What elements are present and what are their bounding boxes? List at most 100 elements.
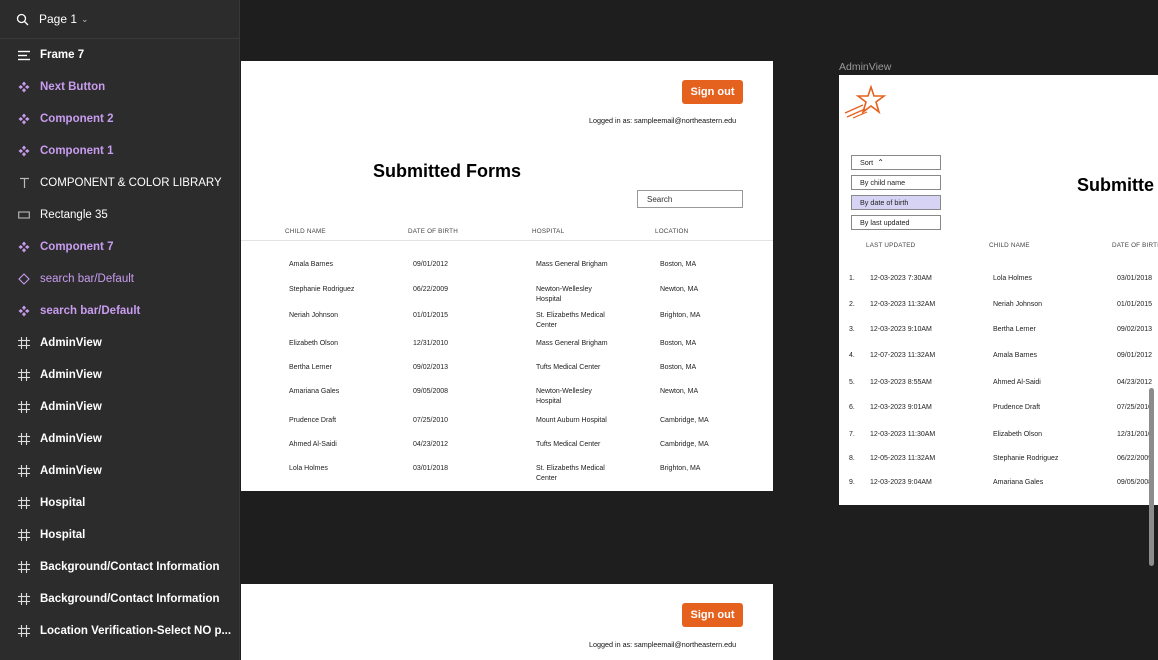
layer-item[interactable]: Background/Contact Information: [0, 551, 239, 583]
sign-out-button[interactable]: Sign out: [682, 603, 743, 627]
dob-header: DATE OF BIRTH: [1112, 242, 1158, 249]
layer-label: Frame 7: [40, 49, 85, 61]
star-logo-icon: [844, 85, 887, 119]
admin-cell-dob: 09/02/2013: [1117, 326, 1153, 333]
sort-option[interactable]: By date of birth: [851, 195, 941, 210]
layer-item[interactable]: AdminView: [0, 423, 239, 455]
admin-cell-dob: 07/25/2010: [1117, 404, 1153, 411]
layer-item[interactable]: Component 1: [0, 135, 239, 167]
header-divider: [241, 240, 773, 241]
admin-cell-name: Neriah Johnson: [993, 301, 1043, 308]
admin-cell-num: 7.: [849, 431, 855, 438]
layer-item[interactable]: search bar/Default: [0, 295, 239, 327]
layer-label: Next Button: [40, 81, 106, 93]
submitted-forms-frame[interactable]: Sign out Logged in as: sampleemail@north…: [241, 61, 773, 491]
layer-item[interactable]: Rectangle 35: [0, 199, 239, 231]
layer-label: Component 1: [40, 145, 114, 157]
admin-cell-name: Amariana Gales: [993, 479, 1044, 486]
layer-label: AdminView: [40, 337, 102, 349]
layer-item[interactable]: Frame 7: [0, 39, 239, 71]
layer-label: Background/Contact Information: [40, 561, 220, 573]
layer-item[interactable]: Component 2: [0, 103, 239, 135]
layer-item[interactable]: Component 7: [0, 231, 239, 263]
layer-label: AdminView: [40, 465, 102, 477]
logged-in-text: Logged in as: sampleemail@northeastern.e…: [589, 640, 737, 649]
layer-label: search bar/Default: [40, 273, 134, 285]
table-cell-dob: 06/22/2009: [413, 286, 449, 293]
admin-cell-name: Stephanie Rodriguez: [993, 455, 1059, 462]
layer-label: Component 2: [40, 113, 114, 125]
text-icon: [17, 176, 31, 190]
table-cell-location: Boston, MA: [660, 261, 697, 268]
admin-cell-dob: 03/01/2018: [1117, 275, 1153, 282]
hash-frame-icon: [17, 560, 31, 574]
layer-label: Hospital: [40, 497, 86, 509]
page-selector[interactable]: Page 1 ⌄: [0, 0, 239, 39]
hash-frame-icon: [17, 592, 31, 606]
admin-cell-name: Elizabeth Olson: [993, 431, 1043, 438]
table-cell-dob: 09/05/2008: [413, 388, 449, 395]
layer-item[interactable]: Hospital: [0, 519, 239, 551]
layer-item[interactable]: AdminView: [0, 455, 239, 487]
sort-dropdown[interactable]: Sort ⌃: [851, 155, 941, 170]
submitted-forms-frame-2[interactable]: Sign out Logged in as: sampleemail@north…: [241, 584, 773, 660]
hash-frame-icon: [17, 528, 31, 542]
sign-out-button[interactable]: Sign out: [682, 80, 743, 104]
sort-option[interactable]: By last updated: [851, 215, 941, 230]
hash-frame-icon: [17, 336, 31, 350]
table-cell-name: Bertha Lerner: [289, 364, 332, 371]
chevron-down-icon: ⌄: [81, 13, 89, 24]
layer-item[interactable]: search bar/Default: [0, 263, 239, 295]
admin-cell-name: Amala Barnes: [993, 352, 1037, 359]
component-icon: [17, 144, 31, 158]
table-cell-dob: 03/01/2018: [413, 465, 449, 472]
table-cell-hospital: Tufts Medical Center: [536, 364, 601, 371]
frame-label[interactable]: AdminView: [839, 61, 891, 73]
layer-item[interactable]: Location Verification-Select NO p...: [0, 615, 239, 647]
layer-item[interactable]: Next Button: [0, 71, 239, 103]
table-cell-hospital: Tufts Medical Center: [536, 441, 601, 448]
table-cell-dob: 09/02/2013: [413, 364, 449, 371]
admin-cell-updated: 12-03-2023 8:55AM: [870, 379, 932, 386]
layer-label: Background/Contact Information: [40, 593, 220, 605]
sort-option[interactable]: By child name: [851, 175, 941, 190]
hash-frame-icon: [17, 400, 31, 414]
figma-canvas[interactable]: Page 1 ⌄ Frame 7 Next Button Component 2 Co…: [0, 0, 1158, 660]
admin-cell-num: 6.: [849, 404, 855, 411]
layer-item[interactable]: AdminView: [0, 327, 239, 359]
layer-item[interactable]: Hospital: [0, 487, 239, 519]
table-cell-name: Elizabeth Olson: [289, 340, 339, 347]
layer-item[interactable]: AdminView: [0, 391, 239, 423]
admin-cell-dob: 04/23/2012: [1117, 379, 1153, 386]
layer-label: Location Verification-Select NO p...: [40, 625, 232, 637]
admin-view-frame[interactable]: Submitte Sort ⌃ By child name By date of …: [839, 75, 1158, 505]
layer-item[interactable]: Background/Contact Information: [0, 583, 239, 615]
admin-cell-name: Bertha Lerner: [993, 326, 1036, 333]
instance-icon: [17, 272, 31, 286]
admin-cell-num: 2.: [849, 301, 855, 308]
hash-frame-icon: [17, 432, 31, 446]
table-cell-dob: 04/23/2012: [413, 441, 449, 448]
search-icon[interactable]: [16, 13, 29, 26]
search-input[interactable]: Search: [637, 190, 743, 208]
table-cell-hospital: Mount Auburn Hospital: [536, 417, 607, 424]
canvas-scrollbar[interactable]: [1149, 388, 1154, 566]
table-cell-name: Prudence Draft: [289, 417, 337, 424]
table-cell-location: Brighton, MA: [660, 312, 701, 319]
hash-frame-icon: [17, 464, 31, 478]
admin-cell-num: 8.: [849, 455, 855, 462]
table-cell-dob: 09/01/2012: [413, 261, 449, 268]
dob-header: DATE OF BIRTH: [408, 228, 458, 235]
admin-cell-dob: 01/01/2015: [1117, 301, 1153, 308]
table-cell-name: Ahmed Al-Saidi: [289, 441, 337, 448]
layer-item[interactable]: AdminView: [0, 359, 239, 391]
layers-panel: Page 1 ⌄ Frame 7 Next Button Component 2 Co…: [0, 0, 240, 660]
admin-cell-num: 5.: [849, 379, 855, 386]
layer-item[interactable]: COMPONENT & COLOR LIBRARY: [0, 167, 239, 199]
component-icon: [17, 80, 31, 94]
table-cell-hospital: St. Elizabeths Medical Center: [536, 465, 605, 482]
table-cell-hospital: Mass General Brigham: [536, 340, 608, 347]
table-cell-location: Boston, MA: [660, 364, 697, 371]
admin-cell-dob: 06/22/2009: [1117, 455, 1153, 462]
rectangle-icon: [17, 208, 31, 222]
